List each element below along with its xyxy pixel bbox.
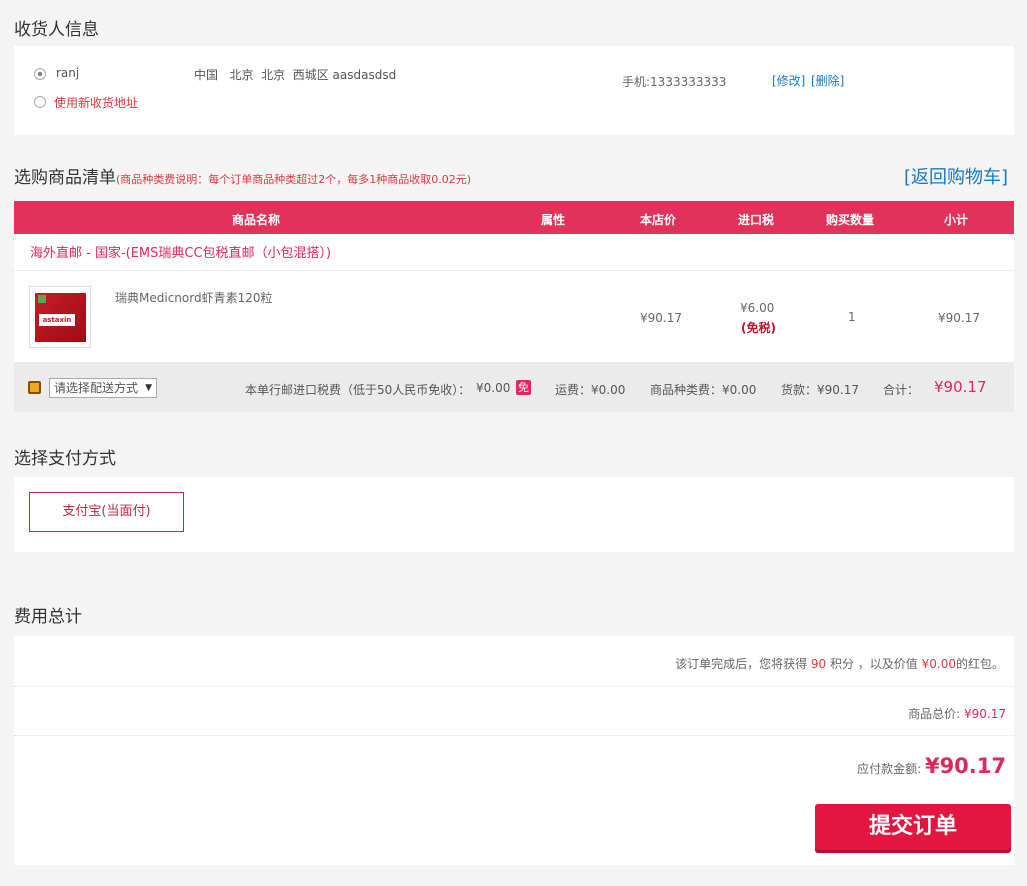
fees-divider bbox=[14, 686, 1014, 687]
chevron-down-icon: ▼ bbox=[145, 383, 152, 393]
shipping-fee: 运费：¥0.00 bbox=[555, 383, 626, 397]
payable-value: ¥90.17 bbox=[924, 754, 1006, 778]
tax-free-badge: 免 bbox=[516, 380, 531, 395]
product-price: ¥90.17 bbox=[640, 311, 682, 325]
tax-value: ¥0.00 bbox=[476, 381, 511, 395]
payment-panel: 支付宝(当面付) bbox=[14, 477, 1014, 552]
delivery-method-placeholder: 请选择配送方式 bbox=[54, 381, 139, 395]
points-post: 的红包。 bbox=[955, 657, 1004, 671]
col-qty: 购买数量 bbox=[826, 213, 875, 227]
goods-table-header: 商品名称 属性 本店价 进口税 购买数量 小计 bbox=[14, 201, 1014, 234]
product-logo-mark bbox=[38, 295, 46, 303]
shipping-group-title: 海外直邮 - 国家-(EMS瑞典CC包税直邮（小包混搭）) bbox=[30, 246, 332, 261]
goods-table-body: 海外直邮 - 国家-(EMS瑞典CC包税直邮（小包混搭）) astaxin 瑞典… bbox=[14, 234, 1014, 362]
receiver-title: 收货人信息 bbox=[14, 20, 99, 40]
col-attr: 属性 bbox=[541, 213, 566, 227]
points-pre: 该订单完成后，您将获得 bbox=[675, 657, 811, 671]
edit-address-link[interactable]: [修改] bbox=[772, 72, 805, 89]
bonus-value: ¥0.00 bbox=[921, 657, 956, 671]
kind-fee: 商品种类费：¥0.00 bbox=[650, 383, 757, 397]
back-to-cart-link[interactable]: [返回购物车] bbox=[904, 163, 1008, 189]
col-name: 商品名称 bbox=[232, 213, 281, 227]
col-tax: 进口税 bbox=[738, 213, 775, 227]
row-divider bbox=[14, 270, 1014, 271]
payable-label: 应付款金额: bbox=[857, 762, 925, 776]
points-value: 90 bbox=[810, 657, 827, 671]
goods-summary-bar: 请选择配送方式 ▼ 本单行邮进口税费（低于50人民币免收）： ¥0.00 免 运… bbox=[14, 362, 1014, 412]
goods-total-label: 商品总价: bbox=[908, 707, 964, 721]
goods-fee-note: (商品种类费说明：每个订单商品种类超过2个，每多1种商品收取0.02元) bbox=[116, 173, 472, 186]
fees-title: 费用总计 bbox=[14, 607, 82, 627]
product-thumbnail[interactable]: astaxin bbox=[29, 286, 91, 348]
goods-amount: 货款：¥90.17 bbox=[781, 383, 859, 397]
payment-title: 选择支付方式 bbox=[14, 449, 116, 469]
delete-address-link[interactable]: [删除] bbox=[811, 72, 844, 89]
product-tax-note: (免税) bbox=[741, 321, 776, 335]
payment-option-alipay[interactable]: 支付宝(当面付) bbox=[29, 492, 184, 532]
product-subtotal: ¥90.17 bbox=[938, 311, 980, 325]
goods-title: 选购商品清单 bbox=[14, 168, 116, 188]
payable-amount: 应付款金额: ¥90.17 bbox=[857, 754, 1006, 778]
submit-order-button[interactable]: 提交订单 bbox=[815, 804, 1011, 850]
points-mid: 积分 ，以及价值 bbox=[826, 657, 922, 671]
product-image-label: astaxin bbox=[39, 314, 75, 326]
points-info: 该订单完成后，您将获得 90 积分 ，以及价值 ¥0.00的红包。 bbox=[675, 655, 1004, 672]
receiver-panel: ranj 中国 北京 北京 西城区 aasdasdsd 手机:133333333… bbox=[14, 46, 1014, 135]
fees-panel: 该订单完成后，您将获得 90 积分 ，以及价值 ¥0.00的红包。 商品总价: … bbox=[14, 636, 1014, 865]
total-value: ¥90.17 bbox=[934, 378, 987, 396]
product-name[interactable]: 瑞典Medicnord虾青素120粒 bbox=[115, 289, 272, 306]
receiver-name: ranj bbox=[56, 66, 80, 80]
col-subtotal: 小计 bbox=[944, 213, 969, 227]
receiver-phone: 手机:1333333333 bbox=[622, 75, 727, 89]
delivery-method-select[interactable]: 请选择配送方式 ▼ bbox=[49, 378, 157, 398]
goods-total-value: ¥90.17 bbox=[964, 707, 1006, 721]
delivery-truck-icon bbox=[28, 381, 41, 394]
address-radio-selected[interactable] bbox=[34, 68, 46, 80]
goods-heading: 选购商品清单(商品种类费说明：每个订单商品种类超过2个，每多1种商品收取0.02… bbox=[14, 163, 471, 188]
new-address-link[interactable]: 使用新收货地址 bbox=[54, 94, 138, 111]
product-qty: 1 bbox=[848, 310, 856, 324]
col-price: 本店价 bbox=[640, 213, 677, 227]
receiver-address: 中国 北京 北京 西城区 aasdasdsd bbox=[194, 68, 397, 82]
tax-label: 本单行邮进口税费（低于50人民币免收）： bbox=[245, 383, 471, 397]
total-label: 合计： bbox=[883, 383, 920, 397]
product-tax: ¥6.00 bbox=[740, 301, 775, 315]
address-radio-new[interactable] bbox=[34, 96, 46, 108]
fees-divider bbox=[14, 735, 1014, 736]
goods-total: 商品总价: ¥90.17 bbox=[908, 705, 1006, 722]
